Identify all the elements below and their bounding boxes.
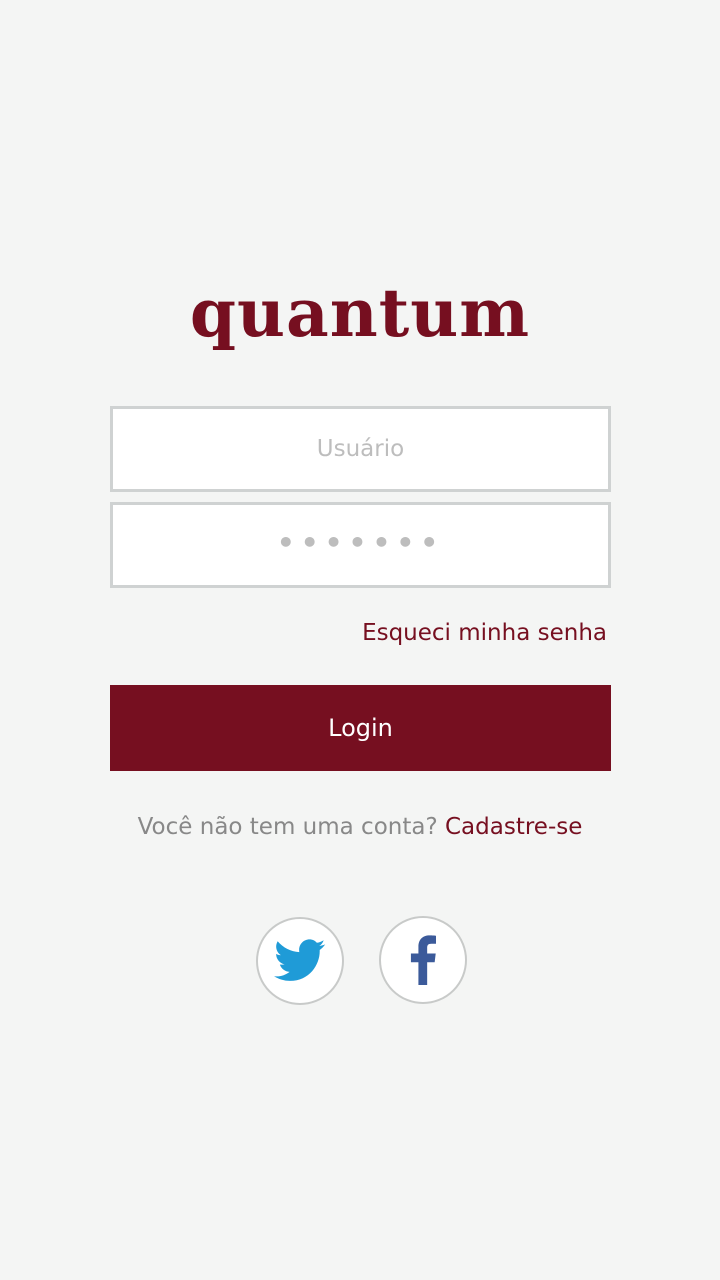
signup-link[interactable]: Cadastre-se [445,814,582,840]
username-input[interactable] [113,409,608,489]
facebook-login-button[interactable] [379,916,467,1004]
password-input[interactable] [113,505,608,585]
app-logo: quantum [189,274,531,352]
signup-prompt-text: Você não tem uma conta? [137,814,438,840]
facebook-icon [410,935,436,985]
signup-prompt-row: Você não tem uma conta? Cadastre-se [0,814,720,840]
password-field-container [110,502,611,588]
twitter-icon [274,939,326,981]
username-field-container [110,406,611,492]
forgot-password-link[interactable]: Esqueci minha senha [362,620,607,646]
login-button[interactable]: Login [110,685,611,771]
twitter-login-button[interactable] [256,917,344,1005]
